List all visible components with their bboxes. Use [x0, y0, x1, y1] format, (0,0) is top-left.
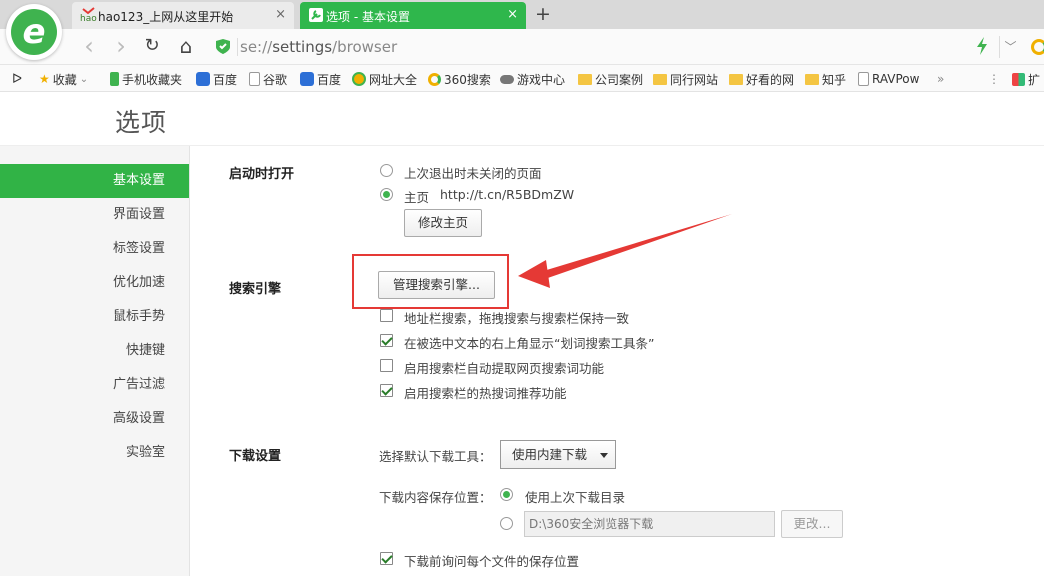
sidebar-item-interface[interactable]: 界面设置	[0, 198, 189, 232]
page-icon	[249, 72, 260, 86]
tab-settings[interactable]: 选项 - 基本设置 ×	[300, 2, 526, 29]
phone-icon	[110, 72, 119, 86]
sidebar-item-lab[interactable]: 实验室	[0, 436, 189, 470]
gamepad-icon	[500, 74, 514, 84]
bookmark-item[interactable]: 谷歌	[249, 70, 287, 88]
bookmark-item[interactable]: 360搜索	[428, 70, 491, 88]
folder-icon	[729, 74, 743, 85]
svg-text:hao: hao	[80, 14, 97, 23]
startup-restore-radio[interactable]	[380, 164, 393, 177]
search-option-checkbox[interactable]	[380, 359, 393, 372]
chevron-down-icon: ⌄	[79, 73, 89, 85]
startup-section-label: 启动时打开	[229, 167, 295, 182]
dropdown-arrow-icon	[600, 453, 608, 458]
browser-logo-e-icon: e	[11, 9, 57, 55]
custom-dir-radio[interactable]	[500, 517, 513, 530]
lightning-icon[interactable]	[975, 37, 989, 55]
annotation-highlight-box	[352, 254, 509, 309]
new-tab-button[interactable]: +	[532, 3, 554, 25]
browser-logo[interactable]: e	[6, 4, 62, 60]
sidebar-item-optimize[interactable]: 优化加速	[0, 266, 189, 300]
tab-close-icon[interactable]: ×	[507, 7, 518, 23]
extensions-button[interactable]: 扩	[1012, 70, 1040, 88]
bookmark-item[interactable]: 知乎	[805, 70, 846, 88]
download-location-label: 下载内容保存位置：	[379, 490, 492, 505]
bookmark-item[interactable]: RAVPow	[858, 70, 919, 88]
360-icon	[428, 72, 441, 86]
download-section-label: 下载设置	[229, 449, 282, 464]
sidebar-item-advanced[interactable]: 高级设置	[0, 402, 189, 436]
ask-each-label: 下载前询问每个文件的保存位置	[404, 554, 580, 569]
hao123-favicon-icon: hao	[80, 7, 98, 24]
reload-icon[interactable]: ↻	[141, 35, 163, 57]
startup-home-label: 主页	[404, 190, 430, 205]
download-tool-select[interactable]: 使用内建下载	[500, 440, 616, 469]
last-dir-label: 使用上次下载目录	[525, 490, 626, 505]
folder-icon	[578, 74, 592, 85]
settings-sidebar: 基本设置 界面设置 标签设置 优化加速 鼠标手势 快捷键 广告过滤 高级设置 实…	[0, 146, 190, 576]
sidebar-item-mouse-gestures[interactable]: 鼠标手势	[0, 300, 189, 334]
ask-each-checkbox[interactable]	[380, 552, 393, 565]
download-tool-label: 选择默认下载工具：	[379, 449, 492, 464]
bookmark-item[interactable]: 好看的网	[729, 70, 794, 88]
address-input[interactable]: se://settings/browser	[240, 38, 397, 56]
search-option-label: 启用搜索栏自动提取网页搜索词功能	[404, 361, 605, 376]
folder-icon	[653, 74, 667, 85]
bookmark-item[interactable]: 手机收藏夹	[110, 70, 182, 88]
folder-icon	[805, 74, 819, 85]
sidebar-item-adblock[interactable]: 广告过滤	[0, 368, 189, 402]
sidebar-toggle-icon[interactable]: ᐅ	[12, 70, 22, 88]
sidebar-item-basic[interactable]: 基本设置	[0, 164, 189, 198]
navigation-bar: ‹ › ↻ ⌂ se://settings/browser ﹀	[0, 29, 1044, 65]
change-path-button[interactable]: 更改...	[781, 510, 843, 538]
tab-strip: hao hao123_上网从这里开始 × 选项 - 基本设置 × +	[0, 0, 1044, 29]
bookmark-item[interactable]: 百度	[300, 70, 341, 88]
tab-hao123[interactable]: hao hao123_上网从这里开始 ×	[72, 2, 294, 29]
search-option-checkbox[interactable]	[380, 384, 393, 397]
annotation-arrow	[518, 214, 732, 288]
wrench-icon	[308, 7, 326, 23]
search-option-checkbox[interactable]	[380, 309, 393, 322]
search-option-label: 地址栏搜索，拖拽搜索与搜索栏保持一致	[404, 311, 630, 326]
baidu-paw-icon	[196, 72, 210, 86]
bookmark-item[interactable]: 同行网站	[653, 70, 718, 88]
star-icon: ★	[39, 72, 50, 86]
search-option-label: 在被选中文本的右上角显示“划词搜索工具条”	[404, 336, 655, 351]
security-shield-icon	[216, 39, 230, 54]
bookmark-item[interactable]: 百度	[196, 70, 237, 88]
tab-close-icon[interactable]: ×	[275, 7, 286, 23]
sidebar-item-shortcuts[interactable]: 快捷键	[0, 334, 189, 368]
last-dir-radio[interactable]	[500, 488, 513, 501]
download-path-field[interactable]: D:\360安全浏览器下载	[524, 511, 775, 537]
address-separator	[237, 38, 238, 56]
more-bookmarks-icon[interactable]: »	[937, 70, 944, 88]
forward-icon[interactable]: ›	[110, 34, 132, 58]
address-dropdown-icon[interactable]: ﹀	[999, 36, 1021, 58]
wangzhi-icon	[352, 72, 366, 86]
search-option-checkbox[interactable]	[380, 334, 393, 347]
bookmarks-bar: ᐅ ★ 收藏 ⌄ 手机收藏夹 百度 谷歌 百度 网址大全 360搜索 游戏中心 公司…	[0, 65, 1044, 92]
page-title: 选项	[115, 108, 168, 137]
bookmark-item[interactable]: 公司案例	[578, 70, 643, 88]
startup-home-radio[interactable]	[380, 188, 393, 201]
home-url: http://t.cn/R5BDmZW	[440, 187, 575, 202]
tab-title: 选项 - 基本设置	[326, 10, 410, 24]
tab-title: hao123_上网从这里开始	[98, 10, 234, 24]
bookmark-item[interactable]: 网址大全	[352, 70, 417, 88]
360-search-icon[interactable]	[1031, 39, 1044, 55]
change-homepage-button[interactable]: 修改主页	[404, 209, 482, 237]
bookmark-item[interactable]: 游戏中心	[500, 70, 565, 88]
back-icon[interactable]: ‹	[78, 34, 100, 58]
bookmark-favorites[interactable]: ★ 收藏 ⌄	[39, 70, 88, 88]
menu-dots-icon[interactable]: ⋮	[988, 70, 1000, 88]
home-icon[interactable]: ⌂	[175, 35, 197, 57]
search-section-label: 搜索引擎	[229, 282, 282, 297]
sidebar-item-tabs[interactable]: 标签设置	[0, 232, 189, 266]
baidu-paw-icon	[300, 72, 314, 86]
search-option-label: 启用搜索栏的热搜词推荐功能	[404, 386, 567, 401]
page-icon	[858, 72, 869, 86]
apps-icon	[1012, 72, 1025, 86]
startup-restore-label: 上次退出时未关闭的页面	[404, 166, 542, 181]
